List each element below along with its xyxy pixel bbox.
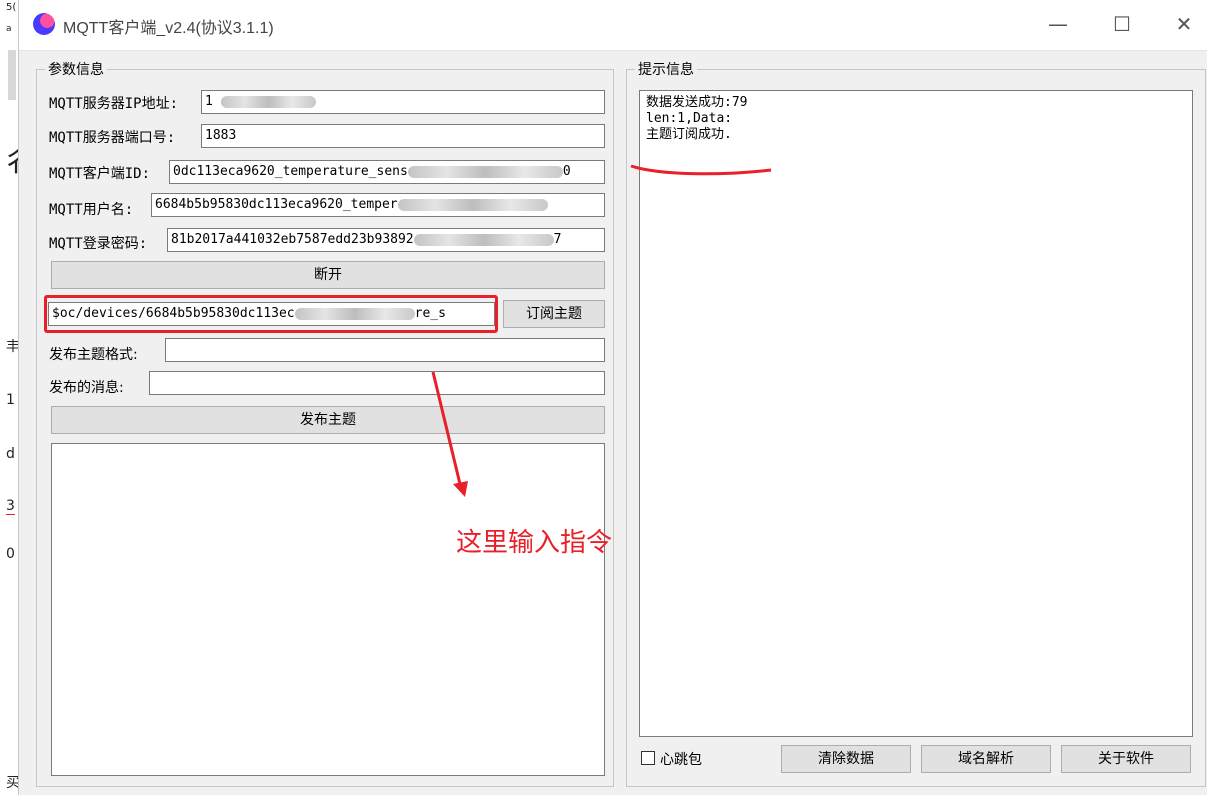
annotation-text: 这里输入指令: [456, 528, 613, 558]
bg-fragment: 0: [6, 546, 15, 562]
bg-fragment: 1: [6, 392, 15, 408]
bg-scrollbar: [8, 50, 16, 100]
arrow-shaft: [431, 371, 462, 485]
arrow-head: [453, 481, 468, 497]
background-window-strip: 5( a 彳 丰 1 d 3 0 买: [0, 0, 30, 795]
annotation-layer: [431, 164, 772, 497]
bg-fragment: a: [6, 24, 12, 34]
bg-fragment: 3: [6, 498, 15, 515]
bg-fragment: 5(: [6, 2, 17, 13]
mqtt-client-window: MQTT客户端_v2.4(协议3.1.1) — ☐ ✕ 参数信息 MQTT服务器…: [18, 0, 1207, 795]
underline-mark: [630, 164, 772, 176]
bg-fragment: d: [6, 446, 15, 462]
